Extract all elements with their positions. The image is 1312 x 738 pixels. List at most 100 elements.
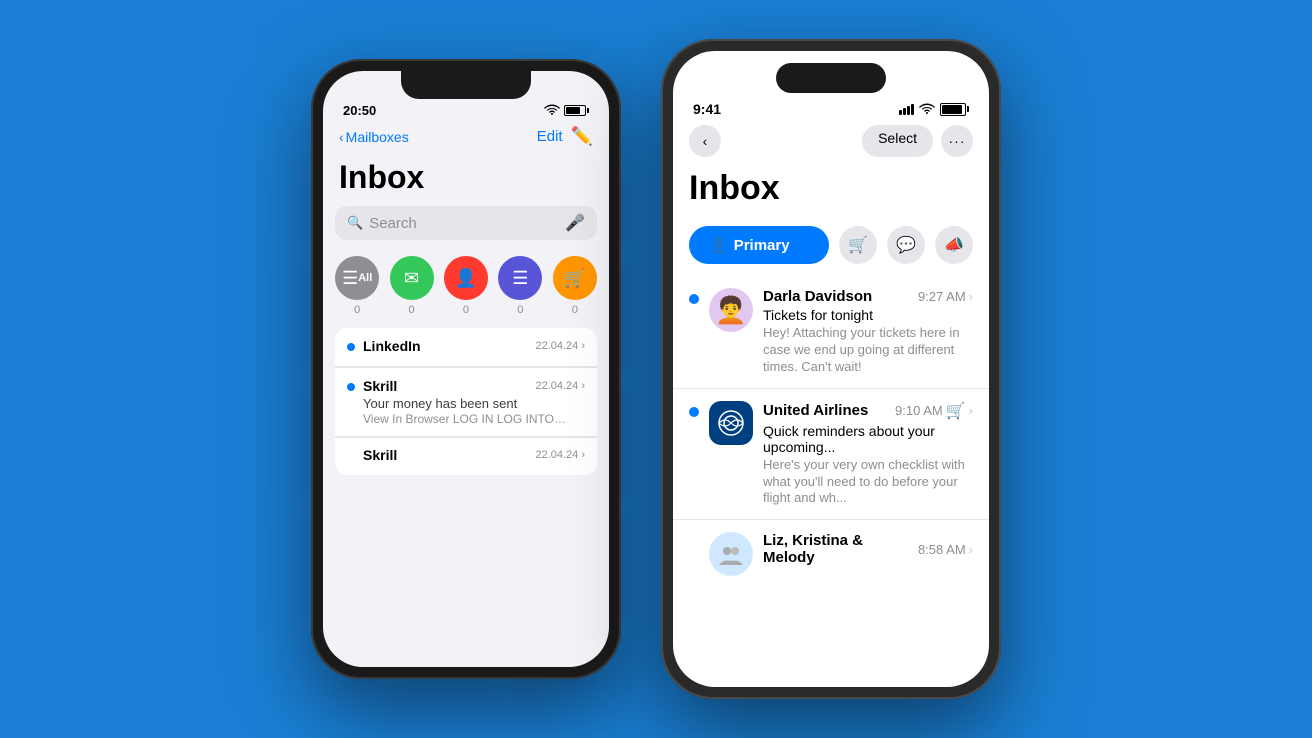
filter-circle-shopping: 🛒 (553, 256, 597, 300)
docs-icon: ☰ (512, 268, 528, 289)
filter-circle-unread: ✉ (390, 256, 434, 300)
signal-icon-2 (899, 104, 914, 115)
shopping-icon: 🛒 (564, 268, 586, 289)
filter-circle-all: ☰ All (335, 256, 379, 300)
mail-item-lkm[interactable]: Liz, Kristina & Melody 8:58 AM › (673, 520, 989, 588)
filter-all[interactable]: ☰ All 0 (335, 256, 379, 316)
person-icon-tab: 👤 (709, 236, 728, 254)
preview-ua: Here's your very own checklist with what… (763, 457, 973, 508)
mail-header-ua: United Airlines 9:10 AM 🛒 › (763, 401, 973, 421)
nav-actions-2: Select ··· (862, 125, 973, 157)
avatar-lkm (709, 532, 753, 576)
mail-content-skrill-2: Skrill 22.04.24 › (363, 447, 585, 465)
time-lkm: 8:58 AM › (918, 542, 973, 557)
phone1-device: 20:50 ‹ Mailboxes (311, 59, 621, 679)
search-bar-1[interactable]: 🔍 Search 🎤 (335, 206, 597, 240)
mail-content-lkm: Liz, Kristina & Melody 8:58 AM › (763, 532, 973, 568)
filter-shopping[interactable]: 🛒 0 (553, 256, 597, 316)
sender-darla: Darla Davidson (763, 288, 872, 305)
filter-circle-docs: ☰ (498, 256, 542, 300)
nav-actions-1: Edit ✏️ (537, 126, 593, 147)
unread-dot-darla (689, 294, 699, 304)
mail-content-ua: United Airlines 9:10 AM 🛒 › Quick remind… (763, 401, 973, 508)
time-skrill: 22.04.24 › (535, 380, 585, 392)
filter-count-all: 0 (354, 304, 360, 316)
preview-skrill: View In Browser LOG IN LOG INTO YOUR ACC… (363, 412, 585, 426)
time-skrill-2: 22.04.24 › (535, 449, 585, 461)
filter-row-1: ☰ All 0 ✉ 0 👤 0 (323, 252, 609, 328)
sender-skrill-2: Skrill (363, 447, 397, 463)
tab-shopping[interactable]: 🛒 (839, 226, 877, 264)
category-tabs: 👤 Primary 🛒 💬 📣 (673, 218, 989, 276)
all-label: All (358, 272, 372, 284)
more-button[interactable]: ··· (941, 125, 973, 157)
shopping-badge-ua: 🛒 (946, 401, 966, 421)
wifi-icon-1 (544, 103, 560, 118)
search-icon-1: 🔍 (347, 215, 363, 231)
mail-list-2: 🧑‍🦱 Darla Davidson 9:27 AM › Tickets for… (673, 276, 989, 588)
time-2: 9:41 (693, 101, 721, 117)
mail-content-darla: Darla Davidson 9:27 AM › Tickets for ton… (763, 288, 973, 376)
back-mailboxes[interactable]: ‹ Mailboxes (339, 129, 409, 145)
avatar-ua (709, 401, 753, 445)
unread-dot-skrill (347, 383, 355, 391)
time-ua: 9:10 AM 🛒 › (895, 401, 973, 421)
unread-dot-linkedin (347, 343, 355, 351)
chevron-left-icon: ‹ (339, 129, 344, 145)
avatar-darla: 🧑‍🦱 (709, 288, 753, 332)
mail-item-darla[interactable]: 🧑‍🦱 Darla Davidson 9:27 AM › Tickets for… (673, 276, 989, 389)
sender-lkm: Liz, Kristina & Melody (763, 532, 918, 566)
mail-list-1: LinkedIn 22.04.24 › Skrill 22.04.24 › Yo… (335, 328, 597, 475)
subject-darla: Tickets for tonight (763, 307, 973, 323)
unread-icon: ✉ (404, 268, 419, 289)
filter-unread[interactable]: ✉ 0 (390, 256, 434, 316)
preview-darla: Hey! Attaching your tickets here in case… (763, 325, 973, 376)
back-button-2[interactable]: ‹ (689, 125, 721, 157)
unread-dot-ua (689, 407, 699, 417)
tab-chat[interactable]: 💬 (887, 226, 925, 264)
wifi-icon-2 (919, 102, 935, 117)
mail-item-skrill-2[interactable]: Skrill 22.04.24 › (335, 437, 597, 475)
edit-button-1[interactable]: Edit (537, 128, 563, 145)
compose-button-1[interactable]: ✏️ (571, 126, 593, 147)
status-icons-1 (544, 103, 589, 118)
search-input-1[interactable]: Search (369, 215, 559, 232)
time-1: 20:50 (343, 103, 376, 118)
filter-docs[interactable]: ☰ 0 (498, 256, 542, 316)
battery-icon-1 (564, 105, 589, 116)
sender-ua: United Airlines (763, 402, 868, 419)
inbox-title-2: Inbox (673, 165, 989, 218)
time-linkedin: 22.04.24 › (535, 340, 585, 352)
mail-content-skrill: Skrill 22.04.24 › Your money has been se… (363, 378, 585, 426)
mail-header-skrill-2: Skrill 22.04.24 › (363, 447, 585, 463)
mic-icon-1[interactable]: 🎤 (565, 213, 585, 233)
nav-bar-1: ‹ Mailboxes Edit ✏️ (323, 122, 609, 155)
phone2-screen: 9:41 (673, 51, 989, 687)
subject-ua: Quick reminders about your upcoming... (763, 423, 973, 455)
mail-content-linkedin: LinkedIn 22.04.24 › (363, 338, 585, 356)
mail-header-lkm: Liz, Kristina & Melody 8:58 AM › (763, 532, 973, 566)
tab-primary[interactable]: 👤 Primary (689, 226, 829, 264)
mail-header-skrill: Skrill 22.04.24 › (363, 378, 585, 394)
inbox-title-1: Inbox (323, 155, 609, 206)
filter-count-docs: 0 (517, 304, 523, 316)
mail-item-linkedin[interactable]: LinkedIn 22.04.24 › (335, 328, 597, 367)
phone1-screen: 20:50 ‹ Mailboxes (323, 71, 609, 667)
scene: 20:50 ‹ Mailboxes (311, 39, 1001, 699)
mail-header-darla: Darla Davidson 9:27 AM › (763, 288, 973, 305)
phone2-device: 9:41 (661, 39, 1001, 699)
status-icons-2 (899, 102, 969, 117)
select-button[interactable]: Select (862, 125, 933, 157)
battery-icon-2 (940, 103, 969, 116)
filter-count-contacts: 0 (463, 304, 469, 316)
filter-contacts[interactable]: 👤 0 (444, 256, 488, 316)
mail-item-skrill-1[interactable]: Skrill 22.04.24 › Your money has been se… (335, 368, 597, 437)
sender-skrill: Skrill (363, 378, 397, 394)
sender-linkedin: LinkedIn (363, 338, 421, 354)
tab-primary-label: Primary (734, 237, 790, 254)
mail-item-ua[interactable]: United Airlines 9:10 AM 🛒 › Quick remind… (673, 389, 989, 521)
tab-promo[interactable]: 📣 (935, 226, 973, 264)
subject-skrill: Your money has been sent (363, 396, 585, 411)
contacts-icon: 👤 (455, 268, 477, 289)
dynamic-island (776, 63, 886, 93)
